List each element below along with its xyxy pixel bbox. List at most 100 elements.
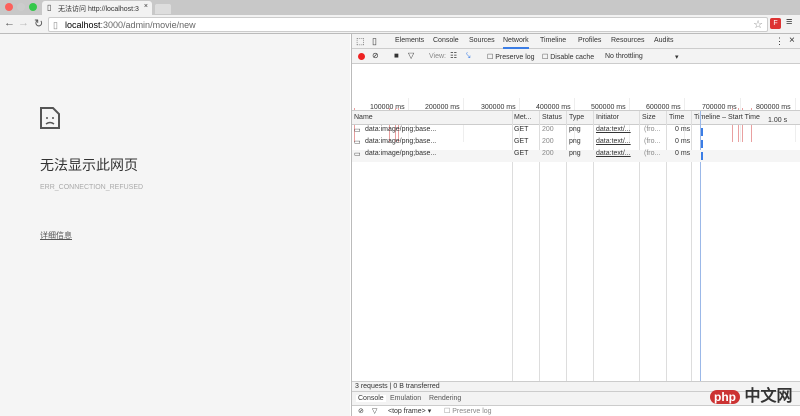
minimize-window-button[interactable] — [17, 3, 25, 11]
filter-icon[interactable]: ▽ — [408, 51, 414, 60]
row-method: GET — [514, 150, 529, 157]
file-icon: ▭ — [354, 151, 361, 158]
close-tab-icon[interactable]: × — [144, 3, 148, 10]
watermark: php 中文网 — [710, 382, 792, 406]
disable-cache-label: Disable cache — [550, 54, 595, 61]
record-button[interactable] — [358, 53, 365, 60]
row-time: 0 ms — [675, 138, 691, 145]
console-toolbar: ⊘ ▽ <top frame> ▾ ☐ Preserve log — [352, 407, 800, 416]
bookmark-star-icon[interactable]: ☆ — [753, 18, 763, 31]
devtools-tabs: ⬚ ▯ Elements Console Sources Network Tim… — [352, 34, 800, 49]
back-icon[interactable]: ← — [4, 17, 15, 29]
frame-value: <top frame> — [388, 408, 426, 415]
more-icon[interactable]: ⋮ — [775, 36, 784, 47]
error-code: ERR_CONNECTION_REFUSED — [40, 184, 144, 191]
row-initiator[interactable]: data:text/... — [596, 138, 631, 145]
filter-icon[interactable]: ▽ — [372, 407, 377, 415]
dropdown-arrow-icon: ▾ — [675, 54, 679, 61]
column-name[interactable]: Name — [354, 114, 373, 121]
column-method[interactable]: Met... — [514, 114, 532, 121]
error-page: 无法显示此网页 ERR_CONNECTION_REFUSED 详细信息 — [0, 34, 350, 416]
row-initiator[interactable]: data:text/... — [596, 150, 631, 157]
close-window-button[interactable] — [5, 3, 13, 11]
table-row[interactable]: ▭ data:image/png;base... GET 200 png dat… — [352, 138, 800, 150]
reload-icon[interactable]: ↻ — [34, 17, 43, 30]
tab-profiles[interactable]: Profiles — [578, 37, 601, 44]
column-time[interactable]: Time — [669, 114, 684, 121]
throttling-value: No throttling — [605, 53, 643, 60]
table-row[interactable]: ▭ data:image/png;base... GET 200 png dat… — [352, 150, 800, 162]
zoom-window-button[interactable] — [29, 3, 37, 11]
timeline-bar — [701, 128, 703, 136]
drawer-tab-rendering[interactable]: Rendering — [429, 395, 461, 402]
large-rows-icon[interactable]: ☷ — [450, 51, 457, 60]
disable-cache-checkbox[interactable]: ☐ Disable cache — [542, 53, 594, 61]
overview-icon[interactable]: ⤥ — [466, 51, 471, 61]
inspect-icon[interactable]: ⬚ — [356, 36, 365, 47]
capture-screenshots-icon[interactable]: ■ — [394, 51, 399, 60]
timeline-bar — [701, 152, 703, 160]
extension-icon[interactable]: F — [770, 18, 781, 29]
drawer-tab-console[interactable]: Console — [356, 395, 386, 402]
row-status: 200 — [542, 138, 554, 145]
network-overview — [352, 64, 800, 108]
network-toolbar: ⊘ ■ ▽ View: ☷ ⤥ ☐ Preserve log ☐ Disable… — [352, 49, 800, 64]
browser-tab[interactable]: ▯ 无法访问 http://localhost:3 × — [42, 1, 152, 15]
row-time: 0 ms — [675, 126, 691, 133]
tab-audits[interactable]: Audits — [654, 37, 673, 44]
row-name: data:image/png;base... — [365, 138, 437, 145]
page-icon: ▯ — [47, 3, 52, 12]
table-row[interactable]: ▭ data:image/png;base... GET 200 png dat… — [352, 126, 800, 138]
timeline-scale: 1.00 s — [768, 117, 788, 124]
browser-tab-bar: ▯ 无法访问 http://localhost:3 × — [0, 0, 800, 15]
status-summary: 3 requests | 0 B transferred — [355, 383, 440, 390]
row-type: png — [569, 150, 581, 157]
throttling-select[interactable]: No throttling ▾ — [605, 53, 685, 61]
row-size: (fro... — [644, 126, 661, 133]
sad-page-icon — [40, 107, 60, 129]
tab-elements[interactable]: Elements — [395, 37, 424, 44]
console-preserve-log-checkbox[interactable]: ☐ Preserve log — [444, 407, 492, 415]
tab-sources[interactable]: Sources — [469, 37, 495, 44]
timeline-bar — [701, 140, 703, 148]
row-size: (fro... — [644, 138, 661, 145]
row-initiator[interactable]: data:text/... — [596, 126, 631, 133]
menu-icon[interactable]: ≡ — [786, 16, 792, 28]
table-header: Name Met... Status Type Initiator Size T… — [352, 111, 800, 125]
column-status[interactable]: Status — [542, 114, 562, 121]
column-type[interactable]: Type — [569, 114, 584, 121]
address-bar[interactable]: ▯ localhost:3000/admin/movie/new ☆ — [48, 17, 768, 32]
requests-table: Name Met... Status Type Initiator Size T… — [352, 110, 800, 382]
file-icon: ▭ — [354, 139, 361, 146]
url-path: :3000/admin/movie/new — [100, 20, 196, 30]
column-size[interactable]: Size — [642, 114, 656, 121]
new-tab-button[interactable] — [155, 4, 171, 14]
error-title: 无法显示此网页 — [40, 157, 138, 173]
file-icon: ▭ — [354, 127, 361, 134]
frame-select[interactable]: <top frame> ▾ — [388, 407, 431, 415]
url-host: localhost — [65, 20, 101, 30]
row-method: GET — [514, 126, 529, 133]
clear-icon[interactable]: ⊘ — [372, 51, 379, 60]
view-label: View: — [429, 53, 446, 60]
row-name: data:image/png;base... — [365, 126, 437, 133]
address-toolbar: ← → ↻ ▯ localhost:3000/admin/movie/new ☆… — [0, 15, 800, 34]
forward-icon[interactable]: → — [18, 17, 29, 29]
tab-console[interactable]: Console — [433, 37, 459, 44]
console-preserve-log-label: Preserve log — [452, 408, 492, 415]
column-timeline[interactable]: Timeline – Start Time — [694, 114, 760, 121]
row-name: data:image/png;base... — [365, 150, 437, 157]
tab-resources[interactable]: Resources — [611, 37, 644, 44]
close-devtools-icon[interactable]: × — [789, 35, 795, 46]
details-link[interactable]: 详细信息 — [40, 230, 72, 241]
drawer-tab-emulation[interactable]: Emulation — [390, 395, 421, 402]
column-initiator[interactable]: Initiator — [596, 114, 619, 121]
tab-timeline[interactable]: Timeline — [540, 37, 566, 44]
clear-console-icon[interactable]: ⊘ — [358, 407, 364, 415]
preserve-log-checkbox[interactable]: ☐ Preserve log — [487, 53, 535, 61]
row-type: png — [569, 138, 581, 145]
devtools-panel: ⬚ ▯ Elements Console Sources Network Tim… — [351, 34, 800, 416]
device-mode-icon[interactable]: ▯ — [372, 36, 377, 47]
tab-title: 无法访问 http://localhost:3 — [58, 6, 139, 13]
tab-network[interactable]: Network — [503, 37, 529, 49]
